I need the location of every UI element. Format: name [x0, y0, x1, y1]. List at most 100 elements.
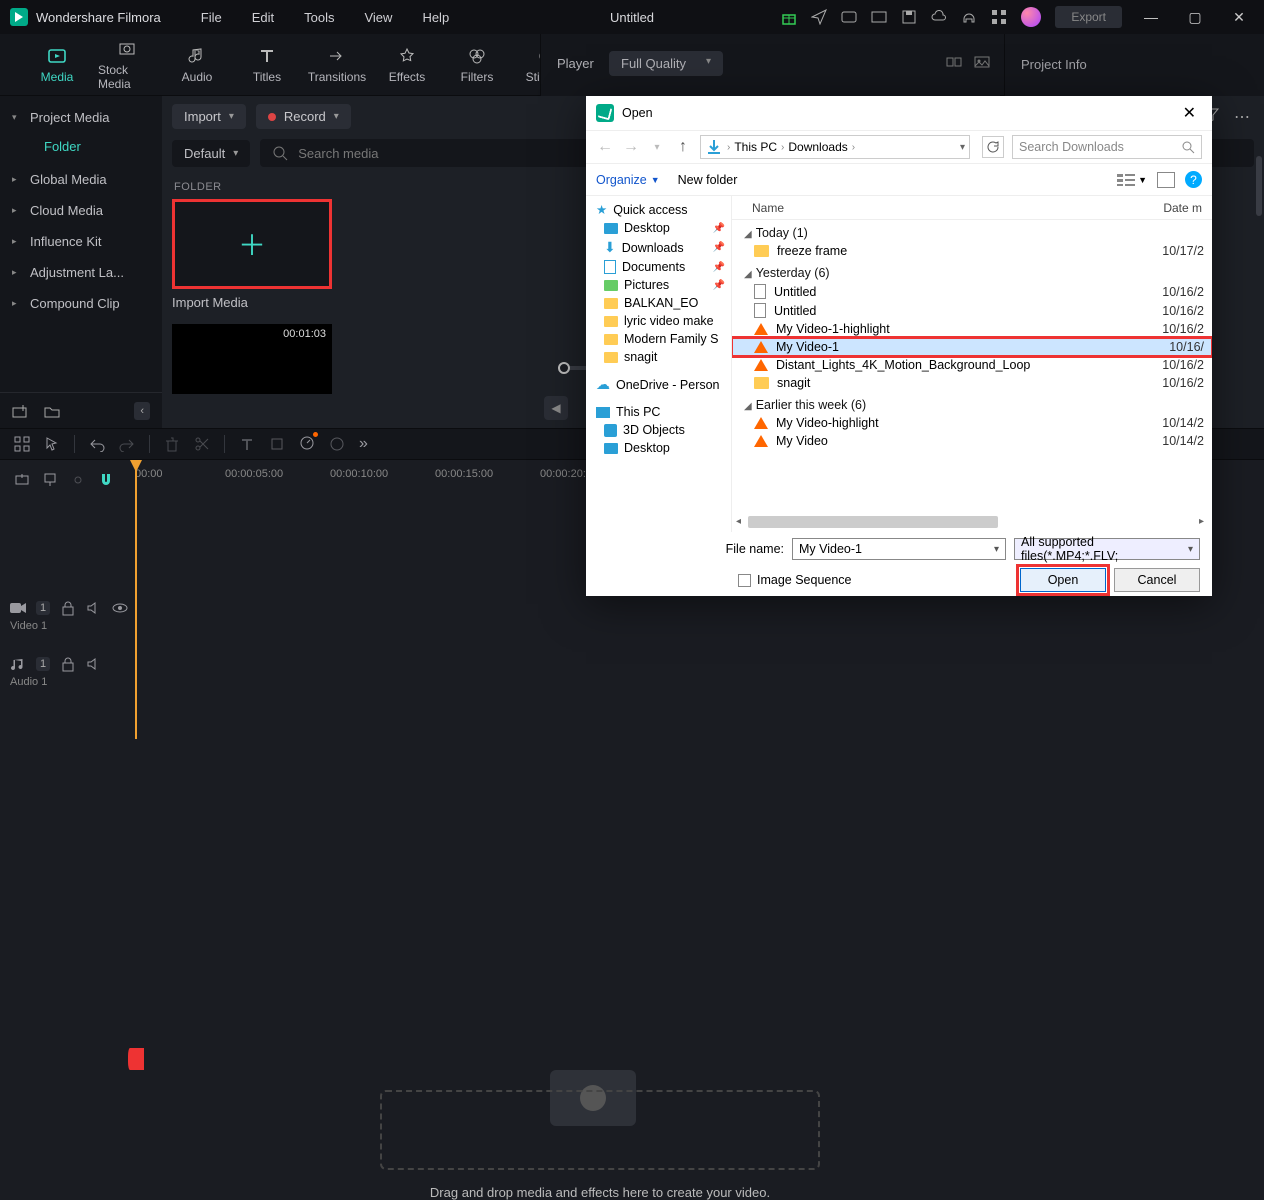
eye-icon[interactable]	[112, 600, 128, 616]
player-quality-dropdown[interactable]: Full Quality▾	[609, 51, 723, 76]
video-track-header[interactable]: 1	[10, 600, 128, 616]
file-row[interactable]: My Video10/14/2	[732, 432, 1212, 450]
sidebar-global-media[interactable]: ▸Global Media	[0, 164, 162, 195]
import-dropdown[interactable]: Import▾	[172, 104, 246, 129]
tab-effects[interactable]: Effects	[378, 46, 436, 84]
tab-transitions[interactable]: Transitions	[308, 46, 366, 84]
more-tools-icon[interactable]: »	[359, 435, 368, 453]
nav-back-icon[interactable]: ←	[596, 138, 614, 156]
tree-folder[interactable]: Modern Family S	[586, 330, 731, 348]
sort-dropdown[interactable]: Default▾	[172, 140, 250, 167]
folder-icon[interactable]	[44, 403, 60, 419]
window-minimize-icon[interactable]: —	[1136, 7, 1166, 27]
picture-icon[interactable]	[974, 54, 990, 70]
filetype-dropdown[interactable]: All supported files(*.MP4;*.FLV;▾	[1014, 538, 1200, 560]
sidebar-adjustment-layer[interactable]: ▸Adjustment La...	[0, 257, 162, 288]
scrollbar[interactable]	[1256, 156, 1262, 216]
dialog-search-input[interactable]: Search Downloads	[1012, 135, 1202, 159]
tree-quick-access[interactable]: ★Quick access	[586, 200, 731, 219]
sidebar-cloud-media[interactable]: ▸Cloud Media	[0, 195, 162, 226]
cancel-button[interactable]: Cancel	[1114, 568, 1200, 592]
file-group[interactable]: ◢Earlier this week (6)	[732, 392, 1212, 414]
file-row[interactable]: Distant_Lights_4K_Motion_Background_Loop…	[732, 356, 1212, 374]
redo-icon[interactable]	[119, 436, 135, 452]
text-icon[interactable]	[239, 436, 255, 452]
nav-forward-icon[interactable]: →	[622, 138, 640, 156]
headphones-icon[interactable]	[961, 9, 977, 25]
file-row[interactable]: freeze frame10/17/2	[732, 242, 1212, 260]
file-row[interactable]: Untitled10/16/2	[732, 301, 1212, 320]
mute-icon[interactable]	[86, 600, 102, 616]
import-media-box[interactable]: ＋	[172, 199, 332, 289]
horizontal-scrollbar[interactable]: ◂▸	[740, 516, 1200, 530]
tree-folder[interactable]: snagit	[586, 348, 731, 366]
menu-file[interactable]: File	[201, 10, 222, 25]
tree-3d-objects[interactable]: 3D Objects	[586, 421, 731, 439]
tab-audio[interactable]: Audio	[168, 46, 226, 84]
send-icon[interactable]	[811, 9, 827, 25]
grid-icon[interactable]	[14, 436, 30, 452]
lock-icon[interactable]	[60, 600, 76, 616]
tab-titles[interactable]: Titles	[238, 46, 296, 84]
tree-pictures[interactable]: Pictures📌	[586, 276, 731, 294]
record-dropdown[interactable]: Record▾	[256, 104, 351, 129]
file-row[interactable]: My Video-110/16/	[732, 338, 1212, 356]
tree-onedrive[interactable]: ☁OneDrive - Person	[586, 374, 731, 395]
pointer-icon[interactable]	[44, 436, 60, 452]
gift-icon[interactable]	[781, 9, 797, 25]
help-icon[interactable]: ?	[1185, 171, 1202, 188]
magnet-icon[interactable]	[98, 472, 114, 488]
apps-icon[interactable]	[991, 9, 1007, 25]
crop-icon[interactable]	[269, 436, 285, 452]
sidebar-folder[interactable]: Folder	[0, 133, 162, 164]
filename-input[interactable]: My Video-1▾	[792, 538, 1006, 560]
tree-this-pc[interactable]: This PC	[586, 403, 731, 421]
window-maximize-icon[interactable]: ▢	[1180, 7, 1210, 27]
menu-edit[interactable]: Edit	[252, 10, 274, 25]
dialog-close-icon[interactable]: ✕	[1177, 103, 1202, 123]
open-button[interactable]: Open	[1020, 568, 1106, 592]
media-clip-thumbnail[interactable]: 00:01:03	[172, 324, 332, 394]
file-row[interactable]: My Video-highlight10/14/2	[732, 414, 1212, 432]
nav-up-icon[interactable]: ↑	[674, 138, 692, 156]
file-group[interactable]: ◢Today (1)	[732, 220, 1212, 242]
window-close-icon[interactable]: ✕	[1224, 7, 1254, 27]
menu-view[interactable]: View	[364, 10, 392, 25]
file-list-header[interactable]: Name Date m	[732, 196, 1212, 220]
preview-pane-icon[interactable]	[1157, 172, 1175, 188]
image-sequence-checkbox[interactable]: Image Sequence	[738, 573, 852, 587]
marker-icon[interactable]	[42, 472, 58, 488]
slider-knob-icon[interactable]	[558, 362, 570, 374]
delete-icon[interactable]	[164, 436, 180, 452]
sidebar-influence-kit[interactable]: ▸Influence Kit	[0, 226, 162, 257]
tree-folder[interactable]: lyric video make	[586, 312, 731, 330]
new-folder-button[interactable]: New folder	[678, 173, 738, 187]
file-row[interactable]: Untitled10/16/2	[732, 282, 1212, 301]
nav-recent-icon[interactable]: ▾	[648, 142, 666, 153]
lock-icon[interactable]	[60, 656, 76, 672]
prev-frame-button[interactable]: ◀	[544, 396, 568, 420]
view-dropdown[interactable]: ▼	[1116, 173, 1147, 187]
sidebar-compound-clip[interactable]: ▸Compound Clip	[0, 288, 162, 319]
new-folder-icon[interactable]	[12, 403, 28, 419]
tree-downloads[interactable]: ⬇Downloads📌	[586, 237, 731, 258]
message-icon[interactable]	[841, 9, 857, 25]
audio-track-header[interactable]: 1	[10, 656, 102, 672]
sidebar-project-media[interactable]: ▾Project Media	[0, 102, 162, 133]
phone-icon[interactable]	[871, 9, 887, 25]
menu-tools[interactable]: Tools	[304, 10, 334, 25]
file-row[interactable]: My Video-1-highlight10/16/2	[732, 320, 1212, 338]
compare-icon[interactable]	[946, 54, 962, 70]
avatar-icon[interactable]	[1021, 7, 1041, 27]
speed-icon[interactable]	[299, 434, 315, 455]
tree-desktop[interactable]: Desktop📌	[586, 219, 731, 237]
save-icon[interactable]	[901, 9, 917, 25]
refresh-icon[interactable]	[982, 136, 1004, 158]
tab-stock-media[interactable]: Stock Media	[98, 39, 156, 91]
tree-folder[interactable]: BALKAN_EO	[586, 294, 731, 312]
menu-help[interactable]: Help	[422, 10, 449, 25]
tree-desktop2[interactable]: Desktop	[586, 439, 731, 457]
tab-media[interactable]: Media	[28, 46, 86, 84]
file-row[interactable]: snagit10/16/2	[732, 374, 1212, 392]
export-button[interactable]: Export	[1055, 6, 1122, 28]
